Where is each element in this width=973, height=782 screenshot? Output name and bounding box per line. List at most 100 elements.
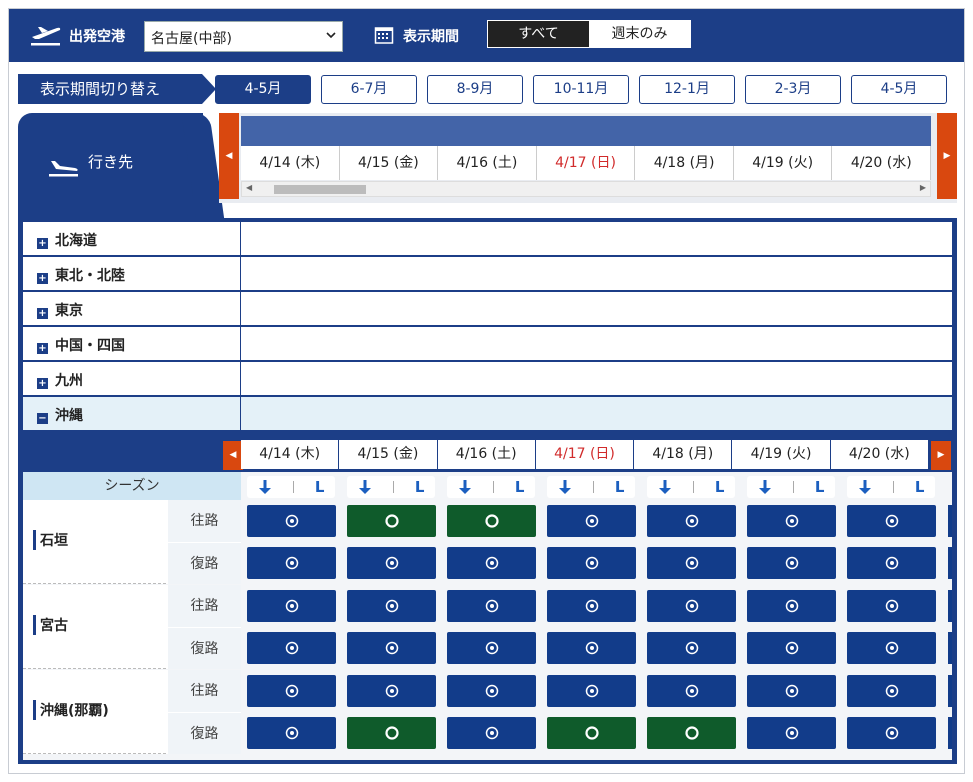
fare-cell-outbound[interactable] [247, 590, 336, 622]
fare-cell-return[interactable] [447, 632, 536, 664]
fare-cell-return[interactable] [347, 632, 436, 664]
direction-legend-chip: L [347, 476, 435, 498]
fare-cell-return[interactable] [347, 717, 436, 749]
fare-cell-outbound[interactable] [247, 505, 336, 537]
fare-cell-outbound[interactable] [747, 675, 836, 707]
fare-cell-return[interactable] [247, 717, 336, 749]
filter-all-button[interactable]: すべて [488, 21, 589, 47]
expand-icon[interactable]: + [37, 308, 48, 319]
bullseye-available-icon [285, 556, 298, 570]
next-dates-button[interactable]: ▶ [937, 113, 957, 199]
fare-cell-return[interactable] [447, 717, 536, 749]
date-header-cell: 4/18 (月) [634, 440, 733, 469]
date-header-cell: 4/17 (日) [537, 146, 636, 180]
destination-name: 宮古 [33, 615, 68, 635]
fare-cell-outbound[interactable] [647, 505, 736, 537]
fare-cell-return[interactable] [747, 632, 836, 664]
fare-cell-return[interactable] [347, 547, 436, 579]
direction-legend-chip: L [847, 476, 935, 498]
airplane-takeoff-icon [31, 27, 61, 46]
fare-cell-outbound[interactable] [747, 505, 836, 537]
prev-dates-button[interactable]: ◀ [219, 113, 239, 199]
fare-cell-return[interactable] [247, 547, 336, 579]
region-row[interactable]: + 北海道 [23, 222, 952, 256]
fare-cell-outbound[interactable] [747, 590, 836, 622]
departure-airport-select[interactable]: 名古屋(中部) [144, 21, 343, 52]
outbound-label: 往路 [190, 598, 219, 614]
fare-cell-return[interactable] [647, 632, 736, 664]
fare-cell-return[interactable] [847, 547, 936, 579]
region-row[interactable]: + 東北・北陸 [23, 257, 952, 291]
fare-cell-outbound[interactable] [547, 590, 636, 622]
fare-cell-outbound[interactable] [847, 505, 936, 537]
destination-row: 石垣 往路 復路 [23, 500, 241, 584]
l-marker: L [914, 478, 925, 496]
outbound-label: 往路 [190, 683, 219, 699]
fare-cell-outbound[interactable] [347, 505, 436, 537]
destination-header-label: 行き先 [88, 153, 134, 171]
bullseye-available-icon [885, 641, 898, 655]
fare-cell-return[interactable] [747, 717, 836, 749]
period-tab[interactable]: 12-1月 [639, 75, 735, 104]
region-name-cell: + 中国・四国 [23, 327, 241, 361]
fare-cell-outbound[interactable] [547, 675, 636, 707]
expand-icon[interactable]: + [37, 343, 48, 354]
destination-header: 行き先 [18, 113, 203, 222]
bullseye-available-icon [685, 684, 698, 698]
fare-cell-return[interactable] [547, 717, 636, 749]
partial-fare-cell [948, 717, 952, 749]
fare-cell-return[interactable] [647, 717, 736, 749]
region-row[interactable]: − 沖縄 [23, 397, 952, 431]
horizontal-scrollbar[interactable]: ◀ ▶ [241, 181, 931, 197]
fare-cell-outbound[interactable] [347, 590, 436, 622]
fare-cell-return[interactable] [847, 632, 936, 664]
scroll-right-icon[interactable]: ▶ [920, 183, 926, 192]
region-row[interactable]: + 中国・四国 [23, 327, 952, 361]
fare-cell-return[interactable] [847, 717, 936, 749]
scrollbar-thumb[interactable] [274, 185, 366, 194]
fare-cell-return[interactable] [747, 547, 836, 579]
collapse-icon[interactable]: − [37, 413, 48, 424]
region-label: 沖縄 [55, 408, 83, 424]
expand-icon[interactable]: + [37, 378, 48, 389]
region-row[interactable]: + 九州 [23, 362, 952, 396]
fare-cell-outbound[interactable] [647, 675, 736, 707]
fare-cell-return[interactable] [547, 632, 636, 664]
direction-legend-chip: L [247, 476, 335, 498]
period-tab[interactable]: 10-11月 [533, 75, 629, 104]
fare-cell-outbound[interactable] [847, 590, 936, 622]
expand-icon[interactable]: + [37, 273, 48, 284]
fare-cell-outbound[interactable] [447, 590, 536, 622]
leg-labels: 往路 復路 [168, 585, 241, 669]
filter-weekend-button[interactable]: 週末のみ [589, 21, 690, 47]
fare-cell-return[interactable] [647, 547, 736, 579]
region-label: 九州 [55, 373, 83, 389]
return-label: 復路 [168, 542, 241, 584]
fare-cell-outbound[interactable] [447, 505, 536, 537]
fare-cell-return[interactable] [247, 632, 336, 664]
fare-cell-outbound[interactable] [447, 675, 536, 707]
fare-cell-return[interactable] [547, 547, 636, 579]
table-prev-dates-button[interactable]: ◀ [223, 441, 243, 470]
period-tab[interactable]: 6-7月 [321, 75, 417, 104]
fare-cell-outbound[interactable] [247, 675, 336, 707]
fare-cell-outbound[interactable] [847, 675, 936, 707]
partial-fare-cell [948, 675, 952, 707]
expand-icon[interactable]: + [37, 238, 48, 249]
scroll-left-icon[interactable]: ◀ [246, 183, 252, 192]
table-next-dates-button[interactable]: ▶ [931, 441, 951, 470]
period-tab[interactable]: 8-9月 [427, 75, 523, 104]
leg-labels: 往路 復路 [168, 670, 241, 754]
fare-cell-outbound[interactable] [347, 675, 436, 707]
date-header-cell: 4/19 (火) [734, 146, 833, 180]
arrow-down-icon [858, 480, 871, 494]
period-tab[interactable]: 2-3月 [745, 75, 841, 104]
fare-cell-return[interactable] [447, 547, 536, 579]
period-tab[interactable]: 4-5月 [851, 75, 947, 104]
fare-cell-outbound[interactable] [647, 590, 736, 622]
period-tab[interactable]: 4-5月 [215, 75, 311, 104]
leg-labels: 往路 復路 [168, 500, 241, 584]
fare-cell-outbound[interactable] [547, 505, 636, 537]
region-row[interactable]: + 東京 [23, 292, 952, 326]
calendar-icon [374, 27, 394, 44]
